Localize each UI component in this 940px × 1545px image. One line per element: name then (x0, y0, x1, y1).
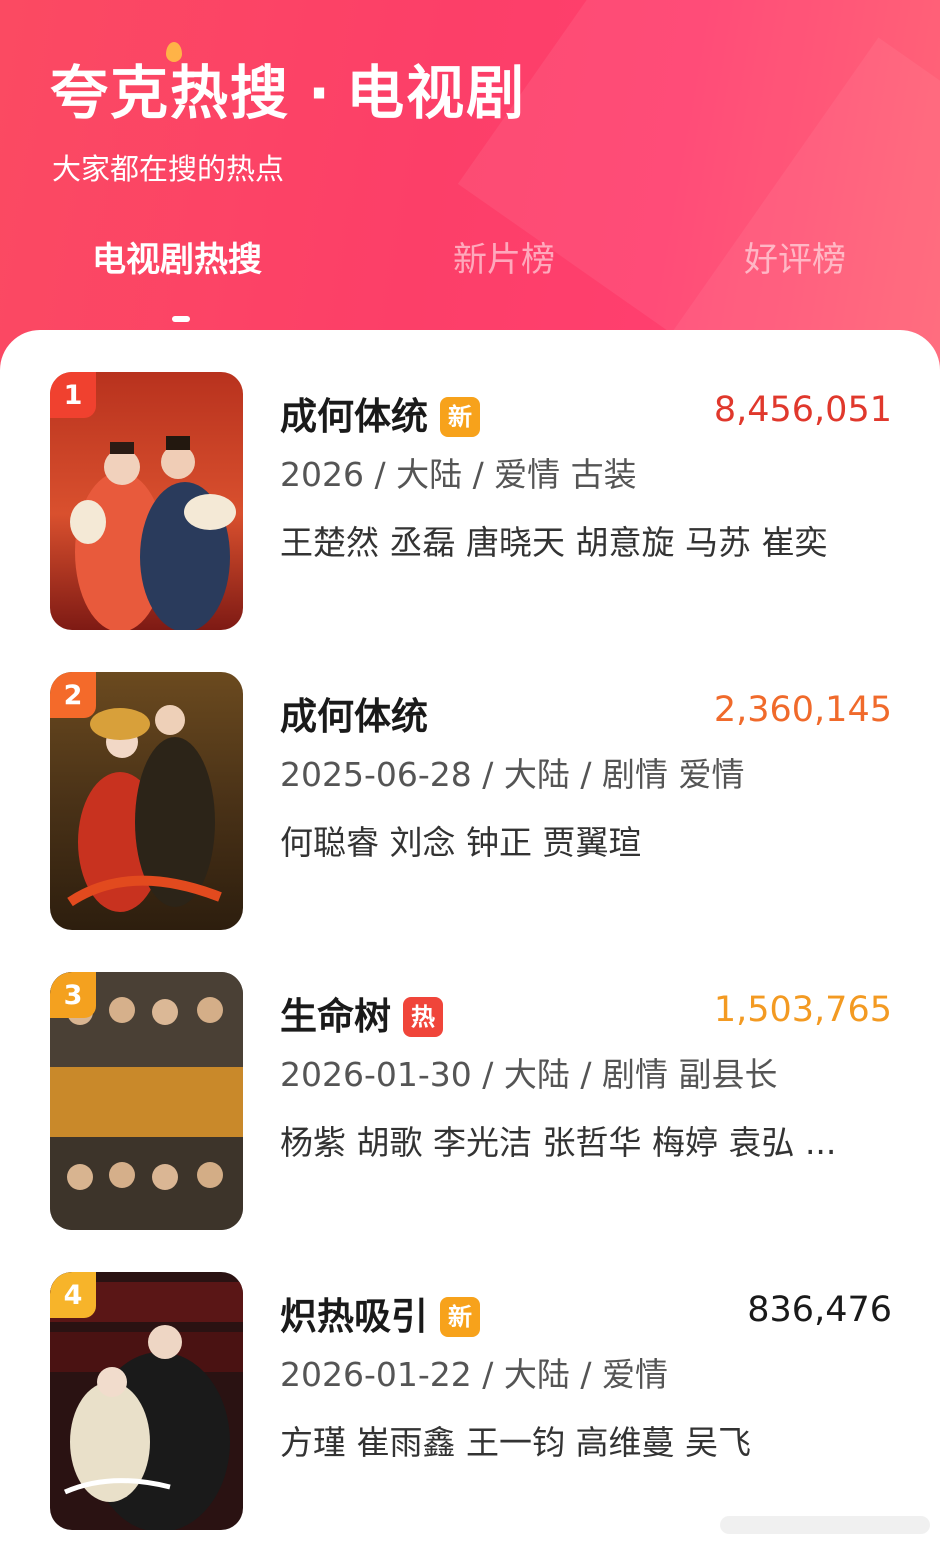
item-meta: 2025-06-28 / 大陆 / 剧情 爱情 (280, 755, 745, 794)
tab-top-rated[interactable]: 好评榜 (744, 232, 846, 281)
active-tab-indicator (172, 316, 190, 322)
title-separator: · (308, 59, 333, 127)
poster-image[interactable]: 1 (50, 372, 243, 630)
item-title[interactable]: 生命树热 (280, 986, 443, 1040)
item-title-text: 炽热吸引 (280, 1295, 428, 1338)
search-count: 836,476 (747, 1290, 892, 1330)
rank-badge: 3 (50, 972, 96, 1018)
search-count: 2,360,145 (713, 690, 892, 730)
item-cast: 何聪睿 刘念 钟正 贾翼瑄 (280, 823, 642, 862)
item-title[interactable]: 成何体统新 (280, 386, 480, 440)
item-title-text: 生命树 (280, 995, 391, 1038)
list-item[interactable]: 3 生命树热 1,503,765 2026-01-30 / 大陆 / 剧情 副县… (0, 972, 940, 1232)
hot-badge: 热 (403, 997, 443, 1037)
rank-badge: 4 (50, 1272, 96, 1318)
new-badge: 新 (440, 397, 480, 437)
ranking-list: 1 成何体统新 8,456,051 2026 / 大陆 / 爱情 古装 王楚然 … (0, 330, 940, 1545)
tab-tv-hot-search[interactable]: 电视剧热搜 (92, 232, 262, 281)
tab-bar: 电视剧热搜 新片榜 好评榜 (0, 232, 940, 302)
item-cast: 方瑾 崔雨鑫 王一钧 高维蔓 吴飞 (280, 1423, 751, 1462)
section-name: 电视剧 (346, 59, 527, 127)
item-title[interactable]: 炽热吸引新 (280, 1286, 480, 1340)
item-cast: 王楚然 丞磊 唐晓天 胡意旋 马苏 崔奕 (280, 523, 828, 562)
new-badge: 新 (440, 1297, 480, 1337)
list-item[interactable]: 4 炽热吸引新 836,476 2026-01-22 / 大陆 / 爱情 方瑾 … (0, 1272, 940, 1532)
header-banner: 夸克热搜 · 电视剧 大家都在搜的热点 电视剧热搜 新片榜 好评榜 (0, 0, 940, 380)
poster-image[interactable]: 2 (50, 672, 243, 930)
item-title-text: 成何体统 (280, 695, 428, 738)
poster-image[interactable]: 3 (50, 972, 243, 1230)
tab-new-releases[interactable]: 新片榜 (453, 232, 555, 281)
page-subtitle: 大家都在搜的热点 (52, 152, 285, 186)
search-count: 8,456,051 (713, 390, 892, 430)
item-title-text: 成何体统 (280, 395, 428, 438)
rank-badge: 1 (50, 372, 96, 418)
list-item[interactable]: 1 成何体统新 8,456,051 2026 / 大陆 / 爱情 古装 王楚然 … (0, 372, 940, 632)
list-item[interactable]: 2 成何体统 2,360,145 2025-06-28 / 大陆 / 剧情 爱情… (0, 672, 940, 932)
rank-badge: 2 (50, 672, 96, 718)
flame-icon (166, 42, 182, 62)
brand-name: 夸克热搜 (50, 59, 291, 127)
item-meta: 2026 / 大陆 / 爱情 古装 (280, 455, 637, 494)
item-cast: 杨紫 胡歌 李光洁 张哲华 梅婷 袁弘 ... (280, 1123, 837, 1162)
scroll-indicator[interactable] (720, 1516, 930, 1534)
item-title[interactable]: 成何体统 (280, 686, 428, 740)
item-meta: 2026-01-30 / 大陆 / 剧情 副县长 (280, 1055, 778, 1094)
poster-image[interactable]: 4 (50, 1272, 243, 1530)
item-meta: 2026-01-22 / 大陆 / 爱情 (280, 1355, 668, 1394)
page-title: 夸克热搜 · 电视剧 (50, 46, 526, 130)
search-count: 1,503,765 (713, 990, 892, 1030)
